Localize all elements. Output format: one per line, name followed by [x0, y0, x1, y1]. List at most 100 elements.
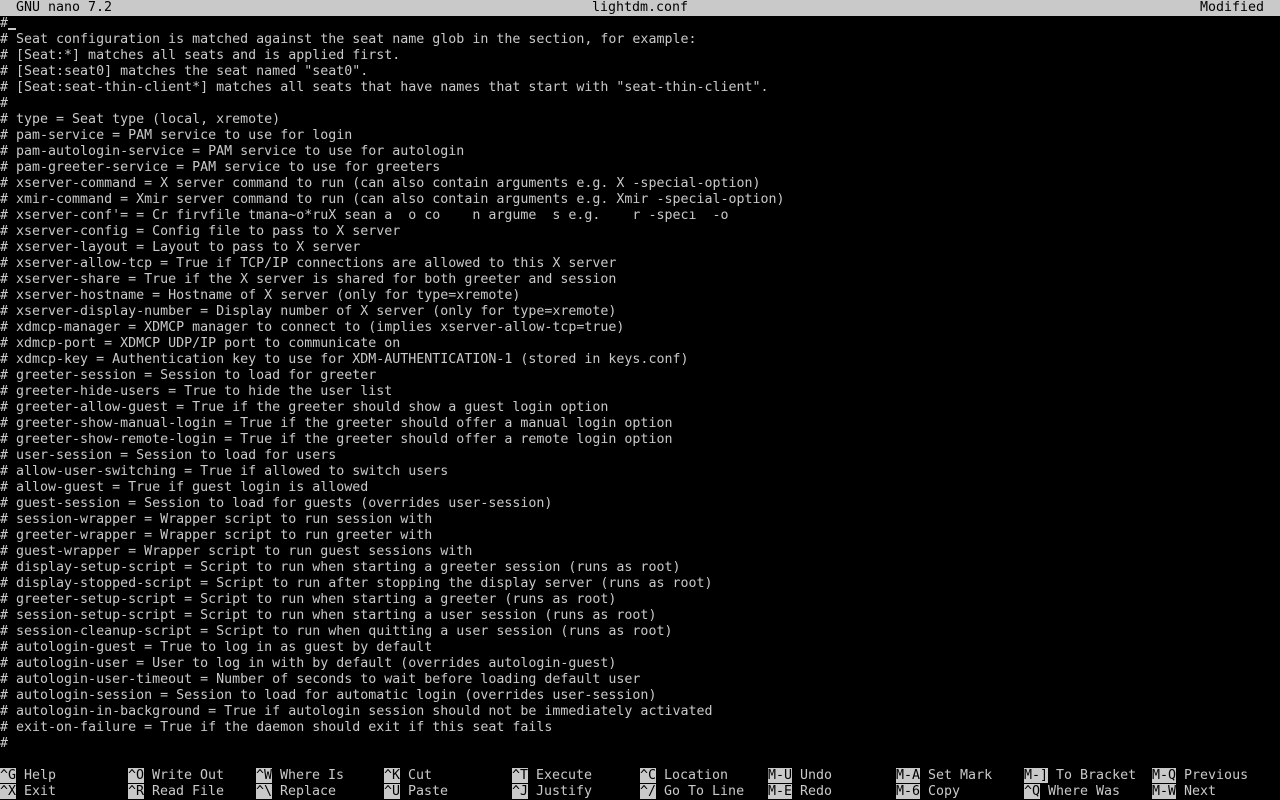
editor-line[interactable]: # xmir-command = Xmir server command to … — [0, 192, 1280, 208]
editor-line[interactable]: # xserver-display-number = Display numbe… — [0, 304, 1280, 320]
editor-line[interactable]: # autologin-user = User to log in with b… — [0, 656, 1280, 672]
editor-line[interactable]: # greeter-hide-users = True to hide the … — [0, 384, 1280, 400]
shortcut-label: Set Mark — [928, 768, 993, 783]
shortcut-key: M-6 — [896, 784, 921, 799]
shortcut-key: ^/ — [640, 784, 657, 799]
shortcut-copy[interactable]: M-6 Copy — [896, 784, 960, 800]
shortcut-go-to-line[interactable]: ^/ Go To Line — [640, 784, 744, 800]
editor-line[interactable]: # xserver-allow-tcp = True if TCP/IP con… — [0, 256, 1280, 272]
shortcut-replace[interactable]: ^\ Replace — [256, 784, 336, 800]
editor-line[interactable]: # Seat configuration is matched against … — [0, 32, 1280, 48]
shortcut-key: ^X — [0, 784, 17, 799]
shortcut-label: Paste — [408, 784, 449, 799]
shortcut-key: ^Q — [1024, 784, 1041, 799]
shortcut-label: Read File — [152, 784, 225, 799]
editor-line[interactable]: # autologin-guest = True to log in as gu… — [0, 640, 1280, 656]
shortcut-label: Go To Line — [664, 784, 745, 799]
shortcut-key: ^R — [128, 784, 145, 799]
shortcut-key: ^W — [256, 768, 273, 783]
editor-line[interactable]: # autologin-session = Session to load fo… — [0, 688, 1280, 704]
editor-line[interactable]: # display-stopped-script = Script to run… — [0, 576, 1280, 592]
editor-line-text: # — [0, 16, 9, 31]
editor-line[interactable]: # session-setup-script = Script to run w… — [0, 608, 1280, 624]
editor-line[interactable]: # xserver-config = Config file to pass t… — [0, 224, 1280, 240]
shortcut-undo[interactable]: M-U Undo — [768, 768, 832, 784]
shortcut-redo[interactable]: M-E Redo — [768, 784, 832, 800]
editor-line[interactable]: # [Seat:seat-thin-client*] matches all s… — [0, 80, 1280, 96]
shortcut-write-out[interactable]: ^O Write Out — [128, 768, 224, 784]
text-editor-area[interactable]: # # Seat configuration is matched against… — [0, 16, 1280, 752]
shortcut-label: Next — [1184, 784, 1217, 799]
shortcut-where-is[interactable]: ^W Where Is — [256, 768, 344, 784]
shortcut-read-file[interactable]: ^R Read File — [128, 784, 224, 800]
editor-line[interactable]: # [Seat:*] matches all seats and is appl… — [0, 48, 1280, 64]
shortcut-key: ^G — [0, 768, 17, 783]
editor-line[interactable]: # xserver-layout = Layout to pass to X s… — [0, 240, 1280, 256]
shortcut-execute[interactable]: ^T Execute — [512, 768, 592, 784]
shortcut-help[interactable]: ^G Help — [0, 768, 56, 784]
shortcut-label: Help — [24, 768, 57, 783]
shortcut-key: M-Q — [1152, 768, 1177, 783]
editor-line[interactable]: # greeter-allow-guest = True if the gree… — [0, 400, 1280, 416]
editor-line[interactable]: # autologin-user-timeout = Number of sec… — [0, 672, 1280, 688]
shortcut-key: ^T — [512, 768, 529, 783]
shortcut-label: Previous — [1184, 768, 1249, 783]
editor-line[interactable]: # session-cleanup-script = Script to run… — [0, 624, 1280, 640]
app-version: GNU nano 7.2 — [16, 0, 113, 15]
editor-line[interactable]: # greeter-session = Session to load for … — [0, 368, 1280, 384]
shortcut-label: To Bracket — [1056, 768, 1137, 783]
editor-line[interactable]: # xserver-hostname = Hostname of X serve… — [0, 288, 1280, 304]
shortcut-key: M-W — [1152, 784, 1177, 799]
editor-line[interactable]: # guest-session = Session to load for gu… — [0, 496, 1280, 512]
editor-line[interactable]: # guest-wrapper = Wrapper script to run … — [0, 544, 1280, 560]
editor-line[interactable]: # xserver-share = True if the X server i… — [0, 272, 1280, 288]
editor-line[interactable]: # allow-user-switching = True if allowed… — [0, 464, 1280, 480]
shortcut-key: M-U — [768, 768, 793, 783]
editor-line[interactable]: # xdmcp-manager = XDMCP manager to conne… — [0, 320, 1280, 336]
shortcut-label: Copy — [928, 784, 961, 799]
editor-line[interactable]: # exit-on-failure = True if the daemon s… — [0, 720, 1280, 736]
shortcut-key: ^C — [640, 768, 657, 783]
editor-line[interactable]: # xdmcp-port = XDMCP UDP/IP port to comm… — [0, 336, 1280, 352]
shortcut-exit[interactable]: ^X Exit — [0, 784, 56, 800]
editor-line[interactable]: # greeter-show-manual-login = True if th… — [0, 416, 1280, 432]
editor-line[interactable]: # — [0, 736, 1280, 752]
shortcut-label: Exit — [24, 784, 57, 799]
editor-line[interactable]: # greeter-setup-script = Script to run w… — [0, 592, 1280, 608]
editor-line[interactable]: # greeter-show-remote-login = True if th… — [0, 432, 1280, 448]
editor-line[interactable]: # pam-service = PAM service to use for l… — [0, 128, 1280, 144]
editor-line[interactable]: # xdmcp-key = Authentication key to use … — [0, 352, 1280, 368]
editor-line[interactable]: # xserver-conf'= = Cr firvfile tmana~o*r… — [0, 208, 1280, 224]
shortcut-where-was[interactable]: ^Q Where Was — [1024, 784, 1120, 800]
editor-line[interactable]: # user-session = Session to load for use… — [0, 448, 1280, 464]
shortcut-next[interactable]: M-W Next — [1152, 784, 1216, 800]
shortcut-previous[interactable]: M-Q Previous — [1152, 768, 1248, 784]
shortcut-label: Replace — [280, 784, 337, 799]
shortcut-cut[interactable]: ^K Cut — [384, 768, 432, 784]
editor-line[interactable]: # [Seat:seat0] matches the seat named "s… — [0, 64, 1280, 80]
editor-line[interactable]: # autologin-in-background = True if auto… — [0, 704, 1280, 720]
shortcut-to-bracket[interactable]: M-] To Bracket — [1024, 768, 1136, 784]
shortcut-bar: ^G Help ^O Write Out ^W Where Is ^K Cut ^T Execut… — [0, 768, 1280, 800]
editor-line[interactable]: # greeter-wrapper = Wrapper script to ru… — [0, 528, 1280, 544]
editor-line[interactable]: # xserver-command = X server command to … — [0, 176, 1280, 192]
editor-line[interactable]: # allow-guest = True if guest login is a… — [0, 480, 1280, 496]
editor-line[interactable]: # — [0, 16, 1280, 32]
editor-line[interactable]: # pam-greeter-service = PAM service to u… — [0, 160, 1280, 176]
shortcut-key: ^\ — [256, 784, 273, 799]
editor-line[interactable]: # session-wrapper = Wrapper script to ru… — [0, 512, 1280, 528]
editor-line[interactable]: # — [0, 96, 1280, 112]
shortcut-key: ^J — [512, 784, 529, 799]
editor-line[interactable]: # pam-autologin-service = PAM service to… — [0, 144, 1280, 160]
text-cursor — [8, 16, 17, 30]
shortcut-set-mark[interactable]: M-A Set Mark — [896, 768, 992, 784]
shortcut-label: Execute — [536, 768, 593, 783]
shortcut-justify[interactable]: ^J Justify — [512, 784, 592, 800]
editor-line[interactable]: # display-setup-script = Script to run w… — [0, 560, 1280, 576]
modified-status: Modified — [1199, 0, 1264, 15]
shortcut-row-2: ^X Exit ^R Read File ^\ Replace ^U Paste ^J Justi… — [0, 784, 1280, 800]
file-name: lightdm.conf — [591, 0, 689, 15]
shortcut-paste[interactable]: ^U Paste — [384, 784, 448, 800]
editor-line[interactable]: # type = Seat type (local, xremote) — [0, 112, 1280, 128]
shortcut-location[interactable]: ^C Location — [640, 768, 728, 784]
